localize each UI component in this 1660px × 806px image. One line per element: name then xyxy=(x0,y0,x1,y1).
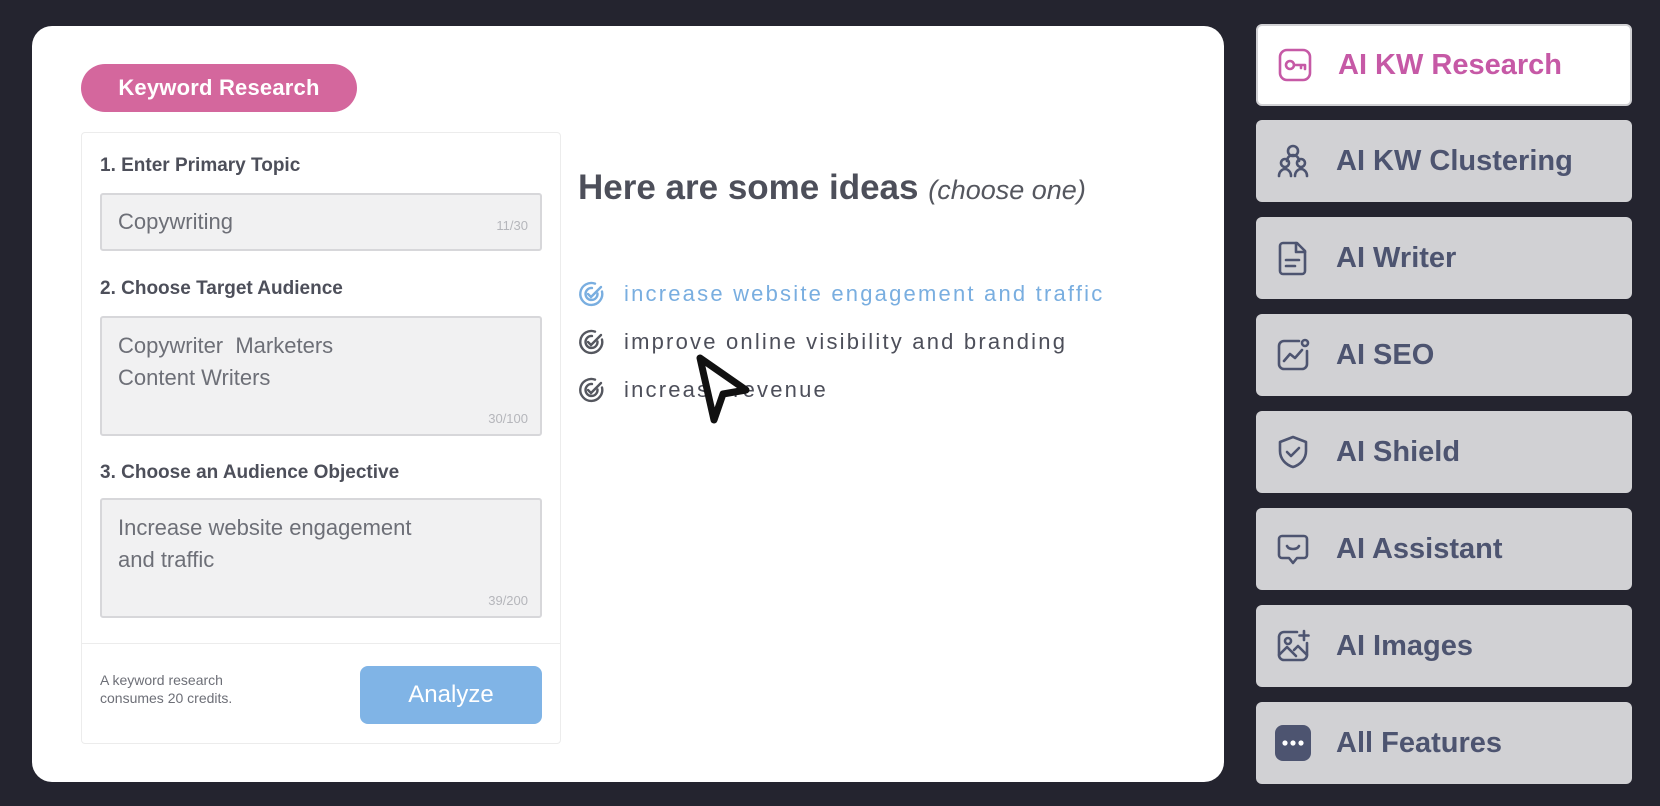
feature-label: AI Writer xyxy=(1336,241,1457,274)
feature-all-features[interactable]: All Features xyxy=(1256,702,1632,784)
target-audience-line: Copywriter Marketers xyxy=(118,333,334,358)
primary-topic-label: 1. Enter Primary Topic xyxy=(100,155,301,176)
image-add-icon xyxy=(1274,627,1312,665)
analyze-button[interactable]: Analyze xyxy=(360,666,542,724)
feature-label: AI KW Research xyxy=(1338,48,1563,81)
feature-ai-kw-clustering[interactable]: AI KW Clustering xyxy=(1256,120,1632,202)
feature-ai-seo[interactable]: AI SEO xyxy=(1256,314,1632,396)
main-card: Keyword Research 1. Enter Primary Topic … xyxy=(32,26,1224,782)
audience-objective-line: and traffic xyxy=(118,547,215,572)
document-icon xyxy=(1274,239,1312,277)
target-audience-line: Content Writers xyxy=(118,365,271,390)
ideas-title-text: Here are some ideas xyxy=(578,168,919,207)
credits-note-line: A keyword research xyxy=(100,672,223,688)
people-cluster-icon xyxy=(1274,142,1312,180)
primary-topic-value: Copywriting xyxy=(118,209,233,234)
target-check-icon xyxy=(578,280,606,308)
idea-text: increase website engagement and traffic xyxy=(624,281,1105,306)
target-audience-input[interactable]: Copywriter Marketers Content Writers 30/… xyxy=(100,316,542,436)
feature-ai-kw-research[interactable]: AI KW Research xyxy=(1256,24,1632,106)
more-dots-icon xyxy=(1274,724,1312,762)
feature-label: AI Images xyxy=(1336,629,1473,662)
feature-label: All Features xyxy=(1336,726,1502,759)
feature-ai-assistant[interactable]: AI Assistant xyxy=(1256,508,1632,590)
audience-objective-line: Increase website engagement xyxy=(118,515,412,540)
audience-objective-input[interactable]: Increase website engagement and traffic … xyxy=(100,498,542,618)
target-check-icon xyxy=(578,376,606,404)
primary-topic-input[interactable]: Copywriting 11/30 xyxy=(100,193,542,251)
idea-option[interactable]: increase website engagement and traffic xyxy=(578,280,1104,308)
keyword-research-pill: Keyword Research xyxy=(81,64,357,112)
target-audience-label: 2. Choose Target Audience xyxy=(100,278,343,299)
form-divider xyxy=(82,643,560,644)
feature-label: AI Shield xyxy=(1336,435,1461,468)
idea-option[interactable]: improve online visibility and branding xyxy=(578,328,1067,356)
feature-ai-images[interactable]: AI Images xyxy=(1256,605,1632,687)
target-check-icon xyxy=(578,328,606,356)
credits-note-line: consumes 20 credits. xyxy=(100,690,233,706)
audience-objective-counter: 39/200 xyxy=(488,593,528,608)
key-icon xyxy=(1276,46,1314,84)
feature-label: AI SEO xyxy=(1336,338,1435,371)
feature-label: AI Assistant xyxy=(1336,532,1503,565)
chat-smile-icon xyxy=(1274,530,1312,568)
ideas-title: Here are some ideas (choose one) xyxy=(578,168,1086,208)
feature-ai-shield[interactable]: AI Shield xyxy=(1256,411,1632,493)
target-audience-counter: 30/100 xyxy=(488,411,528,426)
credits-note: A keyword research consumes 20 credits. xyxy=(100,671,290,707)
primary-topic-counter: 11/30 xyxy=(496,218,528,233)
audience-objective-label: 3. Choose an Audience Objective xyxy=(100,462,400,483)
feature-label: AI KW Clustering xyxy=(1336,144,1573,177)
chart-icon xyxy=(1274,336,1312,374)
ideas-hint: (choose one) xyxy=(928,175,1086,205)
feature-ai-writer[interactable]: AI Writer xyxy=(1256,217,1632,299)
keyword-form: 1. Enter Primary Topic Copywriting 11/30… xyxy=(81,132,561,744)
shield-icon xyxy=(1274,433,1312,471)
mouse-cursor-icon xyxy=(696,354,750,424)
